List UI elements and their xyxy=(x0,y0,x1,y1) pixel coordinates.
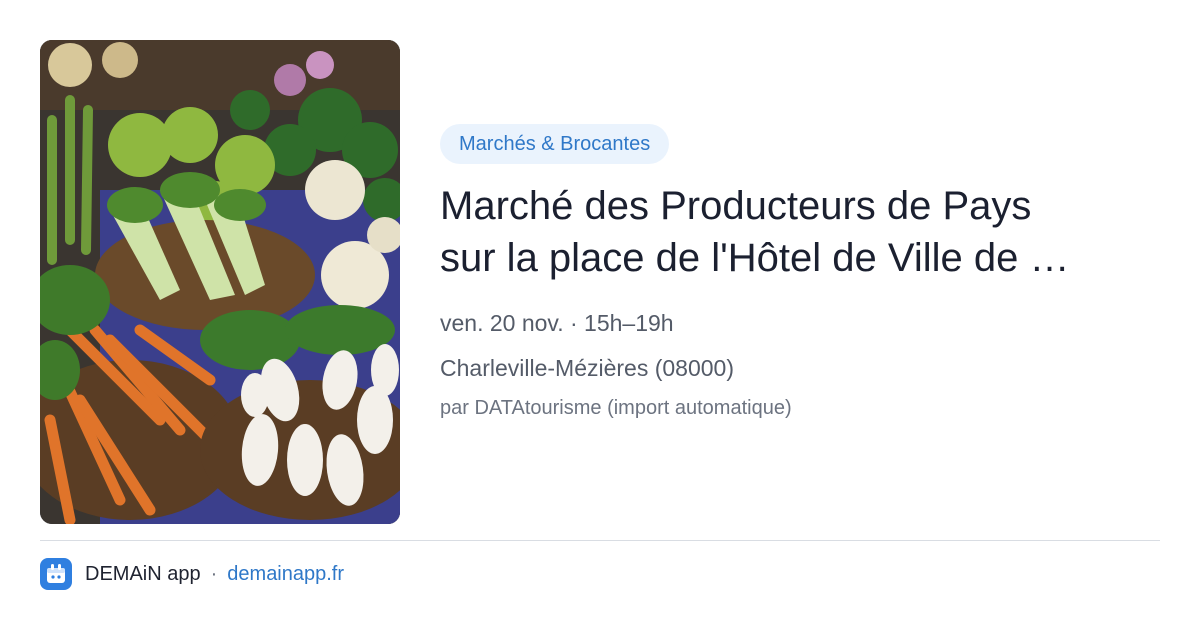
footer: DEMAiN app · demainapp.fr xyxy=(40,558,344,590)
footer-separator: · xyxy=(210,562,218,585)
event-title[interactable]: Marché des Producteurs de Pays sur la pl… xyxy=(440,180,1140,284)
divider xyxy=(40,540,1160,541)
event-source: par DATAtourisme (import automatique) xyxy=(440,397,792,419)
event-details: Marchés & Brocantes Marché des Producteu… xyxy=(440,124,1140,421)
event-title-line-2: sur la place de l'Hôtel de Ville de … xyxy=(440,236,1070,280)
vegetable-market-photo xyxy=(40,40,400,524)
event-card[interactable]: Marchés & Brocantes Marché des Producteu… xyxy=(40,40,1160,524)
event-image xyxy=(40,40,400,524)
app-name: DEMAiN app xyxy=(85,562,201,585)
demain-app-icon[interactable] xyxy=(40,558,72,590)
category-badge[interactable]: Marchés & Brocantes xyxy=(440,124,670,164)
event-title-line-1: Marché des Producteurs de Pays xyxy=(440,184,1032,228)
event-location: Charleville-Mézières (08000) xyxy=(440,355,735,381)
app-url-link[interactable]: demainapp.fr xyxy=(227,563,344,586)
event-datetime: ven. 20 nov. · 15h–19h xyxy=(440,310,674,336)
